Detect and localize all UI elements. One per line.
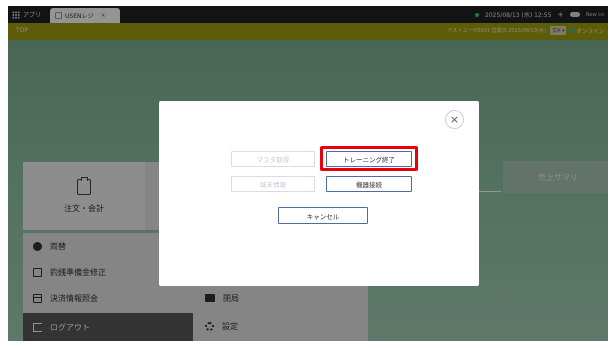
terminal-info-button[interactable]: 端末情報	[231, 176, 315, 192]
close-icon: ×	[449, 113, 460, 126]
cancel-button[interactable]: キャンセル	[278, 207, 368, 224]
master-fetch-button[interactable]: マスタ取得	[231, 151, 315, 167]
screen: アプリ USENレジ × 2025/08/13 (水) 12:55 ☀ New …	[8, 6, 608, 341]
device-connect-button[interactable]: 機器接続	[326, 176, 412, 192]
end-training-button[interactable]: トレーニング終了	[326, 151, 412, 167]
screenshot-frame: アプリ USENレジ × 2025/08/13 (水) 12:55 ☀ New …	[0, 0, 615, 348]
options-dialog: × マスタ取得 トレーニング終了 端末情報 機器接続 キャンセル	[159, 101, 479, 286]
close-button[interactable]: ×	[445, 110, 464, 129]
